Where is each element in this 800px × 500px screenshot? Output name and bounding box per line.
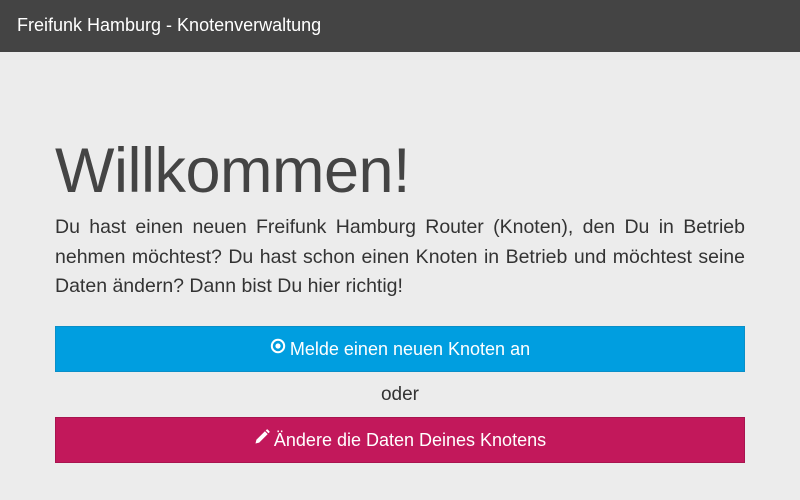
intro-text: Du hast einen neuen Freifunk Hamburg Rou…: [55, 216, 745, 297]
edit-node-label: Ändere die Daten Deines Knotens: [273, 430, 547, 450]
dot-circle-icon: [270, 326, 286, 370]
register-new-node-label: Melde einen neuen Knoten an: [289, 339, 531, 359]
pencil-icon: [254, 417, 270, 461]
or-separator: oder: [380, 384, 420, 405]
page-title: Willkommen!: [55, 136, 411, 206]
top-navbar: Freifunk Hamburg - Knotenverwaltung: [0, 0, 800, 52]
navbar-brand[interactable]: Freifunk Hamburg - Knotenverwaltung: [17, 14, 321, 36]
edit-node-button[interactable]: Ändere die Daten Deines Knotens: [55, 417, 745, 463]
register-new-node-button[interactable]: Melde einen neuen Knoten an: [55, 326, 745, 372]
